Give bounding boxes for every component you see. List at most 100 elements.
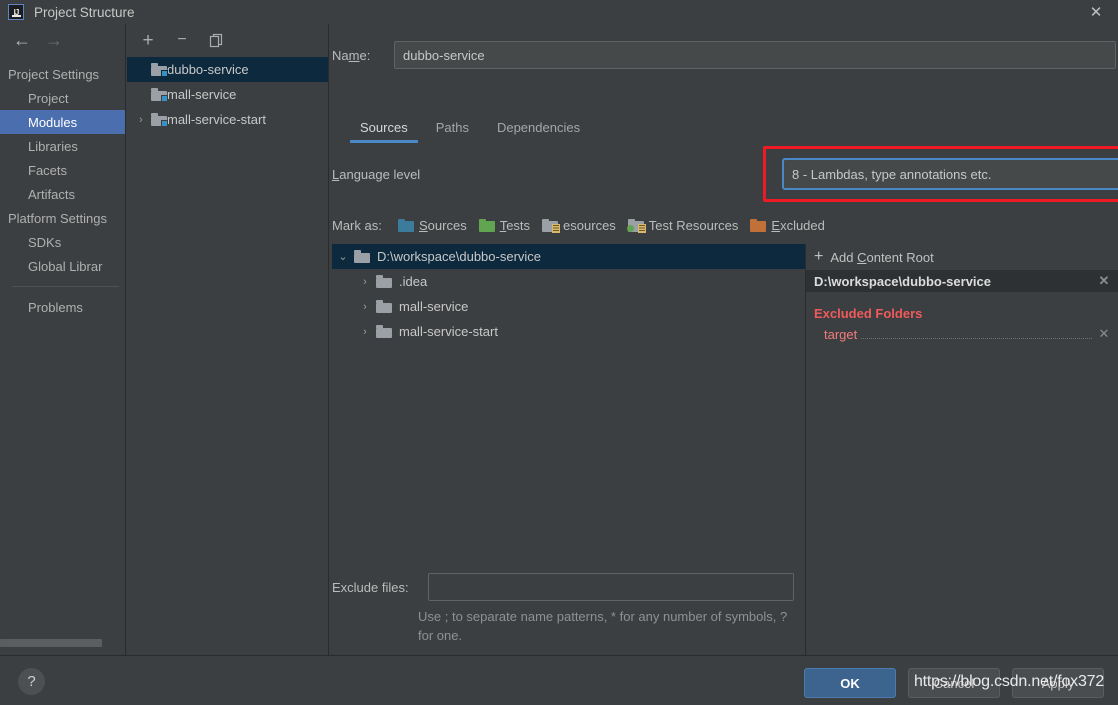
- module-list-item-mall-service[interactable]: mall-service: [127, 82, 328, 107]
- module-name-row: Name: dubbo-service: [332, 40, 1116, 70]
- mark-as-tests-label: Tests: [499, 217, 531, 233]
- excluded-folder-row[interactable]: target ✕: [806, 325, 1118, 343]
- exclude-files-label: Exclude files:: [332, 579, 409, 595]
- folder-tests-icon: [478, 218, 495, 232]
- sidebar-item-libraries[interactable]: Libraries: [0, 134, 125, 158]
- copy-module-icon[interactable]: [205, 29, 227, 51]
- tree-row-label: mall-service-start: [399, 324, 498, 339]
- folder-icon: [376, 275, 392, 288]
- mark-as-tests-button[interactable]: Tests: [478, 217, 531, 233]
- folder-excluded-icon: [750, 218, 767, 232]
- modules-panel: dubbo-service mall-service › mall-servic…: [127, 24, 329, 655]
- mark-as-resources-label: esources: [563, 217, 616, 233]
- mark-as-test-resources-label: Test Resources: [648, 217, 739, 233]
- help-button[interactable]: ?: [18, 668, 45, 695]
- tab-paths[interactable]: Paths: [422, 116, 483, 140]
- module-folder-icon: [151, 88, 168, 102]
- mark-as-sources-label: Sources: [419, 217, 467, 233]
- sidebar-item-sdks[interactable]: SDKs: [0, 230, 125, 254]
- content-root-path: D:\workspace\dubbo-service: [814, 273, 991, 289]
- module-folder-icon: [151, 63, 168, 77]
- back-arrow-icon[interactable]: ←: [6, 27, 38, 53]
- add-module-button[interactable]: [137, 29, 159, 51]
- sidebar-item-problems[interactable]: Problems: [0, 295, 125, 319]
- content-root-header[interactable]: D:\workspace\dubbo-service ✕: [806, 270, 1118, 292]
- content-roots-panel: + Add Content Root D:\workspace\dubbo-se…: [806, 244, 1118, 656]
- excluded-folder-name: target: [824, 326, 858, 342]
- sidebar-item-facets[interactable]: Facets: [0, 158, 125, 182]
- tab-sources[interactable]: Sources: [346, 116, 422, 143]
- exclude-files-input[interactable]: [428, 573, 794, 601]
- dotted-leader: [861, 338, 1092, 339]
- folder-icon: [354, 250, 370, 263]
- plus-icon: +: [814, 248, 824, 265]
- mark-as-toolbar: Mark as: Sources Tests esources Test Res…: [332, 214, 837, 236]
- mark-as-excluded-button[interactable]: Excluded: [750, 217, 825, 233]
- mark-as-resources-button[interactable]: esources: [542, 218, 616, 233]
- module-list-item-mall-service-start[interactable]: › mall-service-start: [127, 107, 328, 132]
- sidebar-item-artifacts[interactable]: Artifacts: [0, 182, 125, 206]
- mark-as-sources-button[interactable]: Sources: [398, 218, 467, 233]
- mark-as-test-resources-button[interactable]: Test Resources: [626, 217, 739, 233]
- module-label: mall-service-start: [167, 112, 266, 127]
- chevron-right-icon[interactable]: ›: [354, 326, 376, 338]
- intellij-idea-icon: [8, 4, 24, 20]
- sidebar-item-global-libraries[interactable]: Global Librar: [0, 254, 125, 278]
- add-content-root-button[interactable]: + Add Content Root: [806, 244, 1118, 270]
- module-name-label: Name:: [332, 47, 371, 63]
- folder-icon: [376, 325, 392, 338]
- tree-row-label: mall-service: [399, 299, 469, 314]
- sidebar-group-project-settings: Project Settings: [8, 66, 100, 82]
- tree-row[interactable]: › mall-service-start: [332, 319, 805, 344]
- chevron-down-icon[interactable]: ⌄: [332, 250, 354, 263]
- module-label: dubbo-service: [167, 62, 249, 77]
- module-label: mall-service: [167, 87, 237, 102]
- chevron-right-icon[interactable]: ›: [131, 114, 151, 126]
- module-name-value: dubbo-service: [403, 47, 485, 63]
- mark-as-label: Mark as:: [332, 217, 382, 233]
- excluded-folders-title: Excluded Folders: [814, 306, 923, 321]
- navigation-arrows: ← →: [0, 24, 125, 56]
- module-editor-panel: Name: dubbo-service Sources Paths Depend…: [330, 24, 1118, 671]
- chevron-right-icon[interactable]: ›: [354, 276, 376, 288]
- exclude-files-hint: Use ; to separate name patterns, * for a…: [418, 609, 788, 643]
- module-name-input[interactable]: dubbo-service: [394, 41, 1116, 69]
- sidebar-group-platform-settings: Platform Settings: [8, 210, 107, 226]
- modules-toolbar: [127, 24, 328, 56]
- sidebar-item-modules[interactable]: Modules: [0, 110, 125, 134]
- add-content-root-label: Add Content Root: [830, 249, 934, 265]
- ok-button[interactable]: OK: [804, 668, 896, 698]
- content-root-tree[interactable]: ⌄ D:\workspace\dubbo-service › .idea › m…: [332, 244, 805, 559]
- module-tabs: Sources Paths Dependencies: [346, 116, 594, 143]
- scrollbar-thumb[interactable]: [0, 639, 102, 647]
- module-list-item-dubbo-service[interactable]: dubbo-service: [127, 57, 328, 82]
- tree-row-label: D:\workspace\dubbo-service: [377, 249, 542, 264]
- language-level-label: Language level: [332, 166, 421, 182]
- sidebar-horizontal-scrollbar[interactable]: [0, 638, 126, 648]
- remove-excluded-folder-icon[interactable]: ✕: [1096, 326, 1112, 342]
- tree-row[interactable]: › mall-service: [332, 294, 805, 319]
- remove-module-button[interactable]: [171, 29, 193, 51]
- mark-as-excluded-label: Excluded: [771, 217, 825, 233]
- sidebar-nav-list: Project Settings Project Modules Librari…: [0, 62, 125, 319]
- language-level-select[interactable]: 8 - Lambdas, type annotations etc.: [782, 158, 1118, 190]
- window-title: Project Structure: [34, 4, 135, 20]
- forward-arrow-icon[interactable]: →: [38, 27, 70, 53]
- tree-row[interactable]: › .idea: [332, 269, 805, 294]
- exclude-files-row: Exclude files:: [332, 573, 802, 601]
- cancel-button[interactable]: Cancel: [908, 668, 1000, 698]
- close-icon[interactable]: ✕: [1074, 0, 1118, 24]
- remove-content-root-icon[interactable]: ✕: [1096, 273, 1112, 289]
- title-bar: Project Structure ✕: [0, 0, 1118, 24]
- tab-dependencies[interactable]: Dependencies: [483, 116, 594, 140]
- modules-list: dubbo-service mall-service › mall-servic…: [127, 57, 328, 132]
- folder-icon: [376, 300, 392, 313]
- tree-row-label: .idea: [399, 274, 428, 289]
- sidebar-item-project[interactable]: Project: [0, 86, 125, 110]
- sidebar-divider: [12, 286, 119, 287]
- apply-button[interactable]: Apply: [1012, 668, 1104, 698]
- tree-row[interactable]: ⌄ D:\workspace\dubbo-service: [332, 244, 805, 269]
- folder-test-resources-icon: [626, 218, 646, 233]
- folder-sources-icon: [398, 218, 414, 232]
- chevron-right-icon[interactable]: ›: [354, 301, 376, 313]
